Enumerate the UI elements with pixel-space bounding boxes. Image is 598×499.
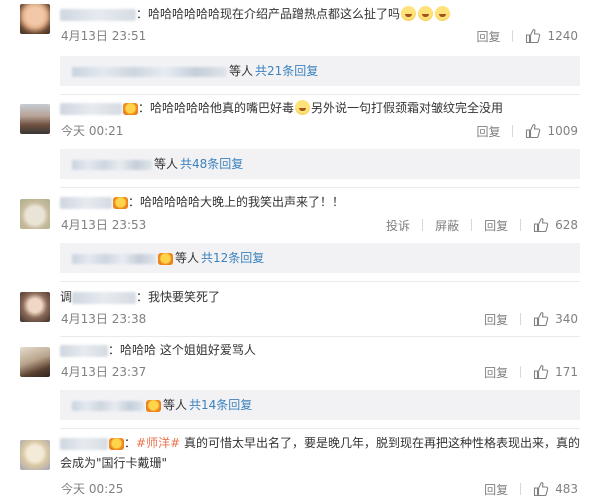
divider [60,281,580,282]
replies-label: 等人 [175,251,200,265]
avatar[interactable] [20,4,50,34]
username[interactable] [60,102,122,115]
thumbs-up-icon [525,28,541,44]
reply-button[interactable]: 回复 [464,123,512,140]
laughing-emoji-icon [295,100,311,115]
username[interactable] [60,8,136,21]
like-button[interactable]: 171 [521,364,578,380]
reply-user-names [72,400,144,411]
avatar[interactable] [20,440,50,470]
like-button[interactable]: 340 [521,311,578,327]
replies-label: 等人 [163,398,188,412]
colon: ： [128,195,141,209]
like-count: 628 [555,218,578,232]
colon: ： [136,290,149,304]
comment-actions: 回复 1009 [464,123,578,139]
divider [60,336,580,337]
timestamp: 今天 00:25 [61,482,124,496]
comment-actions: 投诉 屏蔽 回复 628 [374,217,578,233]
block-button[interactable]: 屏蔽 [423,217,471,234]
timestamp: 4月13日 23:37 [61,365,147,379]
comment-text-continued: 会成为"国行卡戴珊" [60,456,168,470]
comment-actions: 回复 1240 [464,28,578,44]
comment-text: 我快要笑死了 [148,290,221,304]
replies-bar[interactable]: 等人 共12条回复 [60,243,580,273]
vip-badge-icon [113,196,128,209]
laughing-emoji-icon [401,6,417,21]
thumbs-up-icon [533,217,549,233]
comment-text: 哈哈哈哈哈大晚上的我笑出声来了！！ [140,195,345,209]
comment-actions: 回复 171 [472,364,578,380]
like-button[interactable]: 1009 [513,123,578,139]
colon: ： [138,101,151,115]
timestamp: 4月13日 23:38 [61,312,147,326]
divider [60,428,580,429]
replies-label: 等人 [154,157,179,171]
reply-user-names [72,159,152,170]
comment-text-continued: 另外说一句打假颈霜对皱纹完全没用 [311,101,504,115]
comment-actions: 回复 340 [472,311,578,327]
thumbs-up-icon [533,364,549,380]
thumbs-up-icon [533,481,549,497]
like-count: 483 [555,482,578,496]
like-button[interactable]: 483 [521,481,578,497]
comment-text: 哈哈哈哈哈哈现在介绍产品蹭热点都这么扯了吗 [148,7,401,21]
reply-user-names [72,66,227,77]
vip-badge-icon [109,437,124,450]
username[interactable] [60,344,108,357]
comment-text: 哈哈哈哈哈他真的嘴巴好毒 [150,101,295,115]
vip-badge-icon [123,102,138,115]
view-replies-link[interactable]: 共12条回复 [201,251,264,265]
replies-label: 等人 [229,64,254,78]
colon: ： [124,436,137,450]
username[interactable] [60,196,112,209]
colon: ： [136,7,149,21]
reply-button[interactable]: 回复 [472,217,520,234]
replies-bar[interactable]: 等人 共14条回复 [60,390,580,420]
replies-bar[interactable]: 等人 共21条回复 [60,56,580,86]
colon: ： [108,343,121,357]
view-replies-link[interactable]: 共14条回复 [189,398,252,412]
username-prefix[interactable]: 调 [60,290,72,304]
report-button[interactable]: 投诉 [374,217,422,234]
reply-button[interactable]: 回复 [464,28,512,45]
reply-button[interactable]: 回复 [472,481,520,498]
username[interactable] [72,291,137,304]
like-count: 1240 [547,29,578,43]
reply-user-names [72,253,156,264]
divider [60,94,580,95]
comment-actions: 回复 483 [472,481,578,497]
timestamp: 今天 00:21 [61,124,124,138]
timestamp: 4月13日 23:51 [61,29,147,43]
hashtag-link[interactable]: #师洋# [136,436,180,450]
timestamp: 4月13日 23:53 [61,218,147,232]
like-button[interactable]: 1240 [513,28,578,44]
view-replies-link[interactable]: 共21条回复 [255,64,318,78]
like-button[interactable]: 628 [521,217,578,233]
vip-badge-icon [146,399,161,412]
laughing-emoji-icon [435,6,451,21]
like-count: 340 [555,312,578,326]
divider [60,187,580,188]
reply-button[interactable]: 回复 [472,364,520,381]
replies-bar[interactable]: 等人 共48条回复 [60,149,580,179]
username[interactable] [60,437,108,450]
avatar[interactable] [20,347,50,377]
like-count: 1009 [547,124,578,138]
like-count: 171 [555,365,578,379]
laughing-emoji-icon [418,6,434,21]
avatar[interactable] [20,104,50,134]
avatar[interactable] [20,292,50,322]
vip-badge-icon [158,252,173,265]
view-replies-link[interactable]: 共48条回复 [180,157,243,171]
comment-text: 哈哈哈 这个姐姐好爱骂人 [120,343,256,357]
avatar[interactable] [20,199,50,229]
thumbs-up-icon [533,311,549,327]
thumbs-up-icon [525,123,541,139]
comment-text: 真的可惜太早出名了，要是晚几年，脱到现在再把这种性格表现出来，真的 [183,436,580,450]
reply-button[interactable]: 回复 [472,311,520,328]
